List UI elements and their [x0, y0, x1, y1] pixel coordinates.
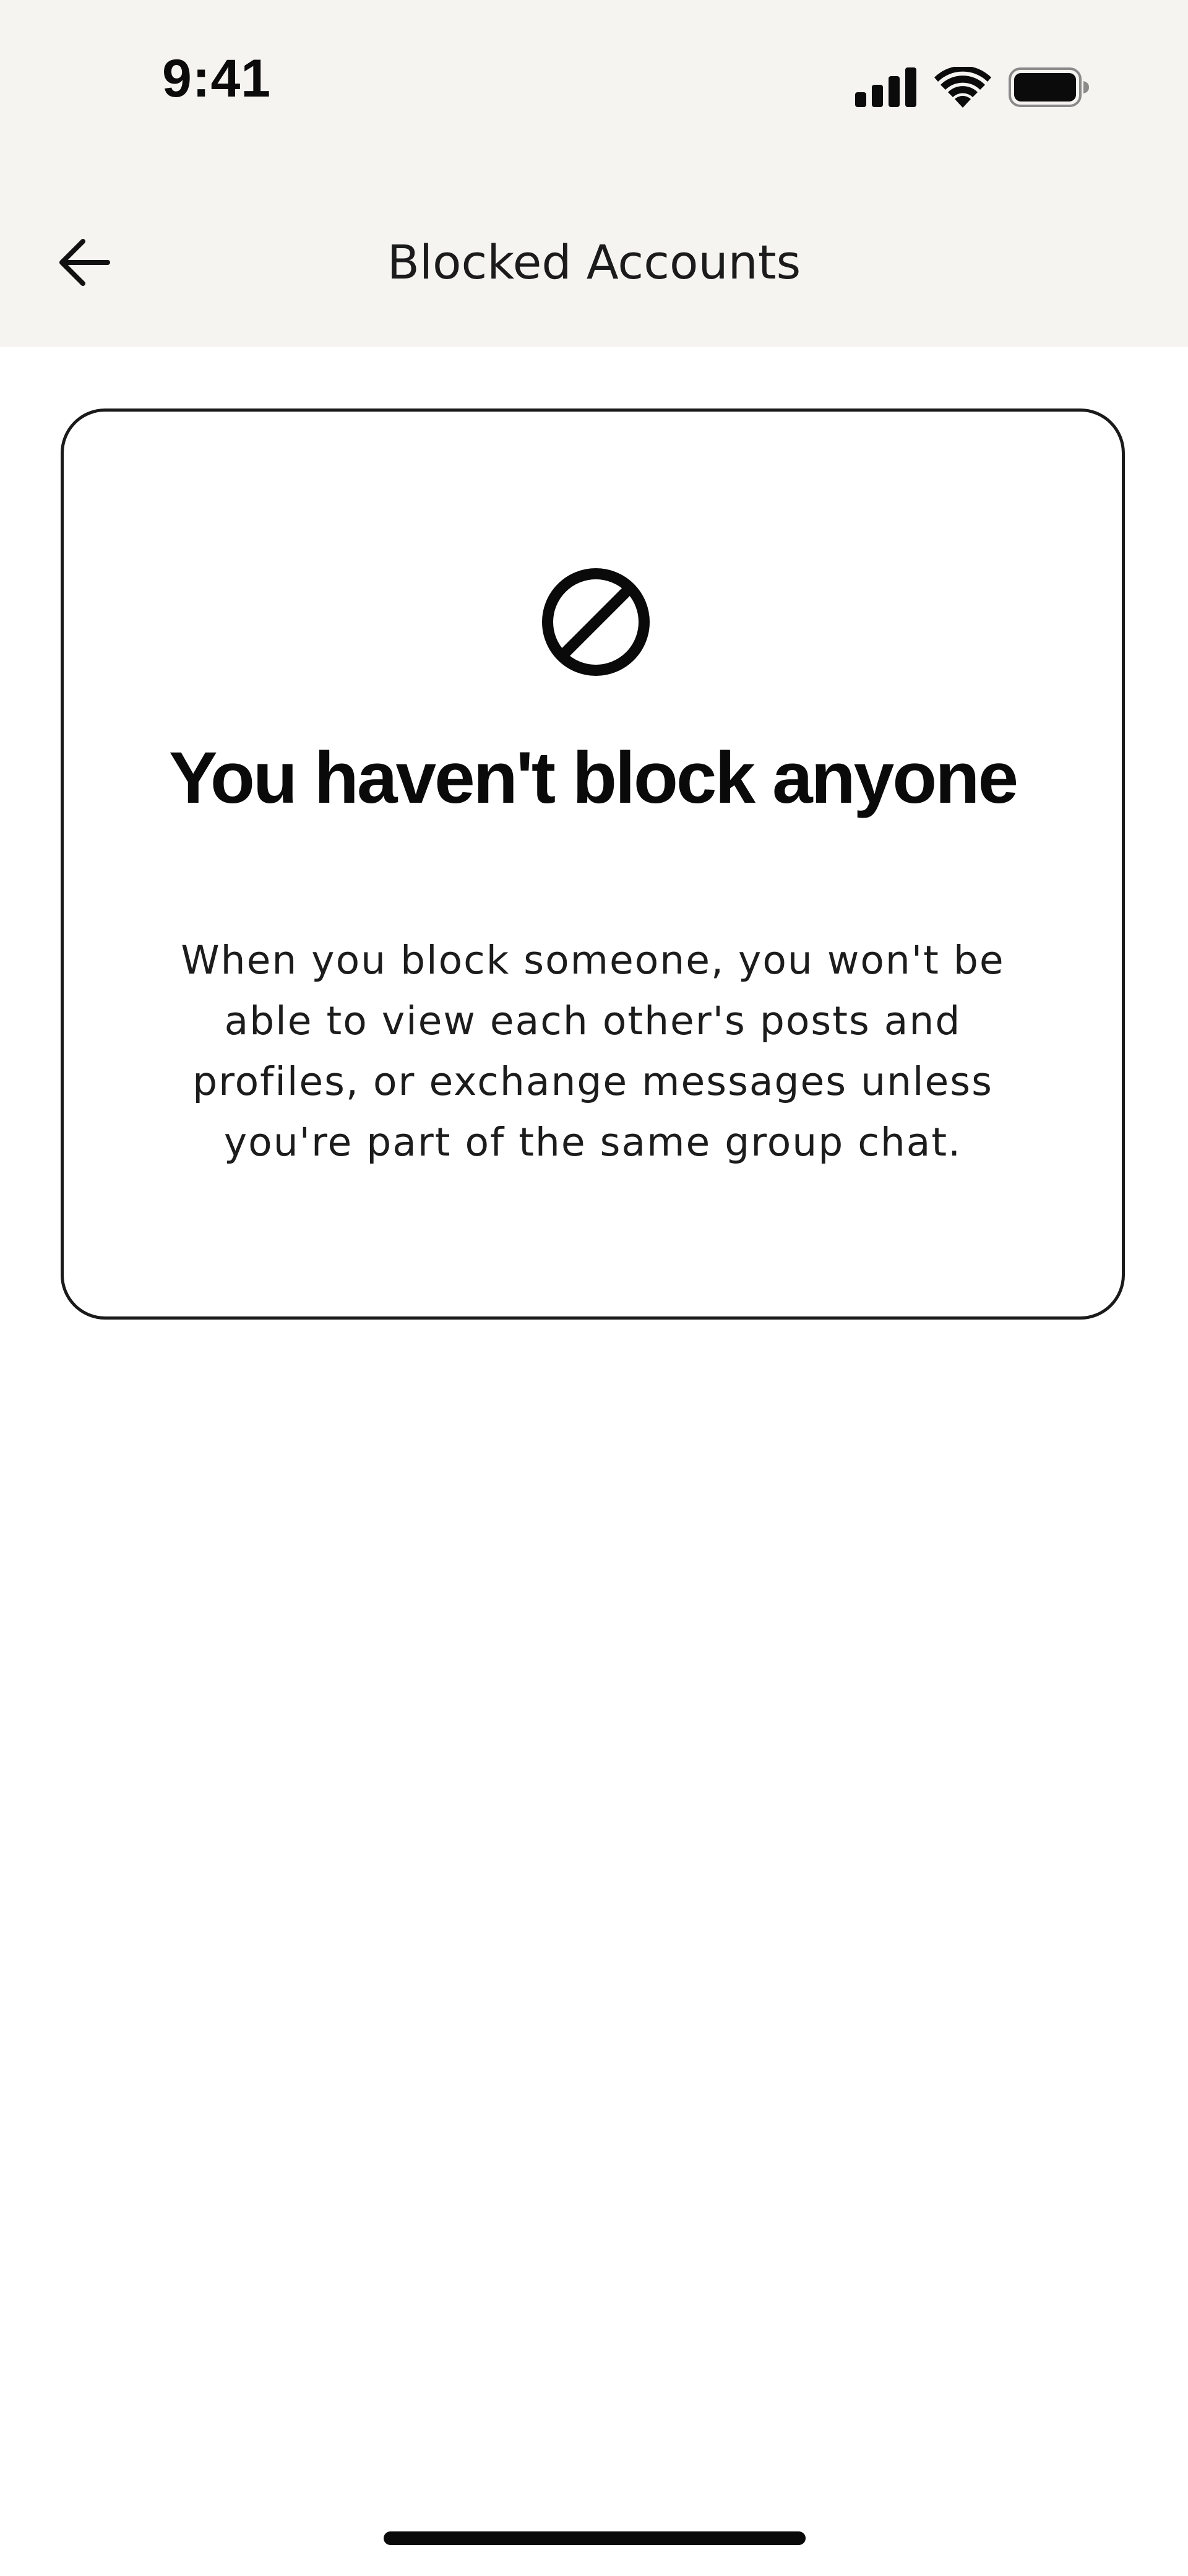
status-icons: [855, 67, 1089, 108]
signal-icon: [855, 67, 916, 107]
empty-state-title: You haven't block anyone: [168, 737, 1018, 819]
nav-bar: Blocked Accounts: [0, 179, 1188, 347]
page-title: Blocked Accounts: [387, 235, 801, 290]
empty-state-description: When you block someone, you won't be abl…: [181, 938, 1005, 1165]
home-indicator[interactable]: [384, 2531, 806, 2545]
battery-icon: [1009, 67, 1089, 107]
block-icon: [542, 568, 650, 676]
wifi-icon: [934, 67, 991, 108]
status-bar: 9:41: [0, 0, 1188, 179]
status-time: 9:41: [162, 49, 272, 108]
empty-state-card: You haven't block anyone When you block …: [61, 408, 1125, 1320]
top-area: 9:41 Blocked Accounts: [0, 0, 1188, 347]
